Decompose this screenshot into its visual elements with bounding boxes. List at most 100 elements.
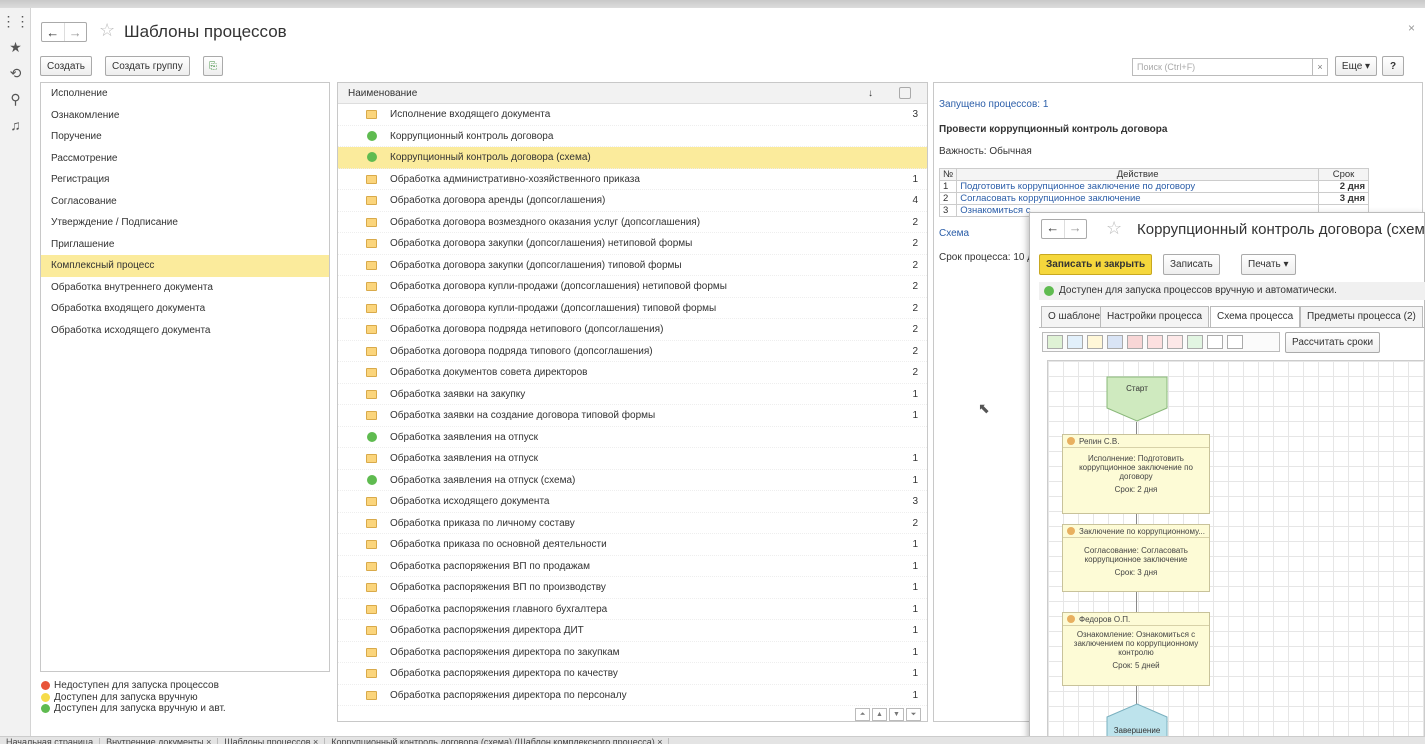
table-row[interactable]: Обработка заявления на отпуск [338, 427, 927, 448]
table-row[interactable]: Обработка распоряжения директора по каче… [338, 663, 927, 685]
group-item[interactable]: Приглашение [41, 234, 329, 256]
bottom-tab[interactable]: Коррупционный контроль договора (схема) … [325, 738, 670, 744]
forward-arrow-icon[interactable]: → [63, 23, 87, 41]
table-row[interactable]: Обработка исходящего документа 3 [338, 491, 927, 513]
popup-tab[interactable]: Настройки процесса [1100, 306, 1210, 327]
search-icon[interactable]: ⚲ [0, 86, 31, 112]
table-row[interactable]: Обработка распоряжения директора по перс… [338, 685, 927, 706]
table-row[interactable]: Обработка договора аренды (допсоглашения… [338, 190, 927, 212]
apps-grid-icon[interactable]: ⋮⋮ [0, 8, 31, 34]
group-item[interactable]: Ознакомление [41, 105, 329, 127]
group-item[interactable]: Исполнение [41, 83, 329, 105]
help-button[interactable]: ? [1382, 56, 1404, 76]
table-block-icon[interactable] [1087, 335, 1103, 349]
bottom-tab[interactable]: Начальная страница [0, 738, 101, 744]
history-icon[interactable]: ⟲ [0, 60, 31, 86]
calculate-terms-button[interactable]: Рассчитать сроки [1285, 332, 1381, 353]
save-close-button[interactable]: Записать и закрыть [1039, 254, 1153, 275]
search-clear-icon[interactable]: × [1312, 58, 1328, 76]
table-row[interactable]: Обработка заявления на отпуск 1 [338, 448, 927, 470]
group-item[interactable]: Рассмотрение [41, 148, 329, 170]
popup-favorite-star-icon[interactable]: ☆ [1106, 218, 1122, 239]
copy-icon[interactable]: ⎘ [203, 56, 223, 76]
row-name: Обработка распоряжения директора ДИТ [390, 625, 584, 636]
table-row[interactable]: Обработка договора купли-продажи (допсог… [338, 276, 927, 298]
hand-tool-icon[interactable] [1207, 335, 1223, 349]
end-block-icon[interactable] [1187, 335, 1203, 349]
step-row[interactable]: 1 Подготовить коррупционное заключение по… [938, 180, 1369, 193]
column-settings-icon[interactable] [899, 87, 911, 99]
more-button[interactable]: Еще ▾ [1335, 56, 1377, 76]
print-button[interactable]: Печать ▾ [1241, 254, 1296, 275]
popup-tab[interactable]: Схема процесса [1210, 306, 1301, 328]
row-name: Обработка заявления на отпуск [390, 431, 539, 443]
scheme-link[interactable]: Схема [939, 228, 969, 239]
create-group-button[interactable]: Создать группу [105, 56, 190, 76]
scroll-up-icon[interactable]: ▲ [872, 708, 887, 721]
condition-block-icon[interactable] [1167, 335, 1183, 349]
group-item[interactable]: Регистрация [41, 169, 329, 191]
stop-block-icon[interactable] [1127, 335, 1143, 349]
scheme-task-block[interactable]: Федоров О.П. Ознакомление: Ознакомиться … [1062, 612, 1210, 686]
table-row[interactable]: Обработка административно-хозяйственного… [338, 169, 927, 190]
popup-tab[interactable]: Предметы процесса (2) [1300, 306, 1423, 327]
task-block-icon[interactable] [1067, 335, 1083, 349]
popup-back-arrow-icon[interactable]: ← [1042, 220, 1064, 238]
table-row[interactable]: Обработка распоряжения ВП по производств… [338, 577, 927, 599]
start-node[interactable] [1106, 376, 1168, 422]
row-count: 1 [912, 603, 918, 615]
start-block-icon[interactable] [1047, 335, 1063, 349]
oval-block-icon[interactable] [1147, 335, 1163, 349]
scroll-down-icon[interactable]: ▼ [889, 708, 904, 721]
scheme-task-block[interactable]: Репин С.В. Исполнение: Подготовить корру… [1062, 434, 1210, 514]
popup-tab[interactable]: О шаблоне [1041, 306, 1108, 327]
table-row[interactable]: Обработка распоряжения директора ДИТ 1 [338, 620, 927, 642]
table-row[interactable]: Обработка приказа по личному составу 2 [338, 513, 927, 534]
column-name-header[interactable]: Наименование [348, 88, 417, 99]
group-item[interactable]: Комплексный процесс [41, 255, 329, 277]
bottom-tab[interactable]: Внутренние документы × [100, 738, 219, 744]
table-row[interactable]: Обработка заявки на создание договора ти… [338, 405, 927, 427]
table-row[interactable]: Обработка заявки на закупку 1 [338, 384, 927, 405]
table-row[interactable]: Обработка договора подряда нетипового (д… [338, 319, 927, 341]
table-row[interactable]: Обработка распоряжения главного бухгалте… [338, 599, 927, 620]
status-green-dot-icon [367, 474, 377, 485]
scroll-top-icon[interactable]: ⏶ [855, 708, 870, 721]
table-row[interactable]: Обработка распоряжения ВП по продажам 1 [338, 556, 927, 577]
connector-icon[interactable] [1227, 335, 1243, 349]
group-item[interactable]: Обработка исходящего документа [41, 320, 329, 342]
favorite-star-icon[interactable]: ☆ [99, 20, 115, 41]
group-item[interactable]: Обработка внутреннего документа [41, 277, 329, 299]
table-row[interactable]: Обработка договора возмездного оказания … [338, 212, 927, 233]
scheme-task-block[interactable]: Заключение по коррупционному... Согласов… [1062, 524, 1210, 592]
process-block-icon[interactable] [1107, 335, 1123, 349]
table-row[interactable]: Обработка распоряжения директора по заку… [338, 642, 927, 663]
group-item[interactable]: Поручение [41, 126, 329, 148]
table-row[interactable]: Обработка документов совета директоров 2 [338, 362, 927, 384]
scroll-bottom-icon[interactable]: ⏷ [906, 708, 921, 721]
table-row[interactable]: Исполнение входящего документа 3 [338, 104, 927, 126]
close-icon[interactable]: × [1408, 21, 1415, 35]
table-row[interactable]: Коррупционный контроль договора (схема) [338, 147, 927, 169]
notifications-bell-icon[interactable]: ♫ [0, 112, 31, 138]
table-row[interactable]: Коррупционный контроль договора [338, 126, 927, 147]
create-button[interactable]: Создать [40, 56, 93, 76]
favorites-star-icon[interactable]: ★ [0, 34, 31, 60]
table-row[interactable]: Обработка договора закупки (допсоглашени… [338, 233, 927, 255]
group-item[interactable]: Согласование [41, 191, 329, 213]
search-input[interactable]: Поиск (Ctrl+F) [1132, 58, 1325, 76]
step-row[interactable]: 2 Согласовать коррупционное заключение 3 д… [938, 192, 1369, 205]
table-row[interactable]: Обработка приказа по основной деятельнос… [338, 534, 927, 556]
table-row[interactable]: Обработка договора купли-продажи (допсог… [338, 298, 927, 319]
save-button[interactable]: Записать [1163, 254, 1220, 275]
group-item[interactable]: Обработка входящего документа [41, 298, 329, 320]
back-arrow-icon[interactable]: ← [42, 23, 64, 41]
table-row[interactable]: Обработка заявления на отпуск (схема) 1 [338, 470, 927, 491]
launched-processes-link[interactable]: Запущено процессов: 1 [939, 99, 1048, 110]
row-count: 3 [912, 109, 918, 120]
popup-forward-arrow-icon[interactable]: → [1063, 220, 1087, 238]
group-item[interactable]: Утверждение / Подписание [41, 212, 329, 234]
table-row[interactable]: Обработка договора закупки (допсоглашени… [338, 255, 927, 276]
bottom-tab[interactable]: Шаблоны процессов × [218, 738, 326, 744]
table-row[interactable]: Обработка договора подряда типового (доп… [338, 341, 927, 362]
